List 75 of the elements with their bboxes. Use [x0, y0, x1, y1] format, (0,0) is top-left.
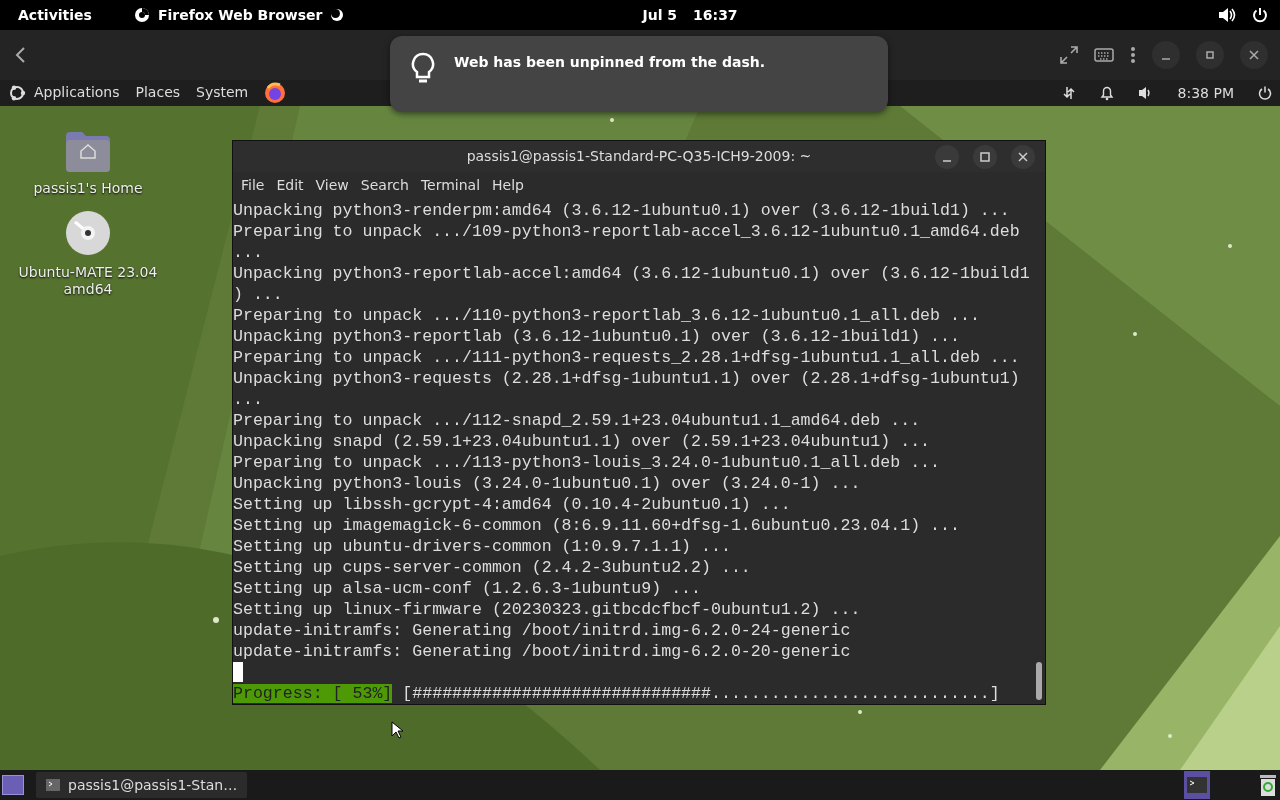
- menu-item[interactable]: View: [309, 174, 355, 196]
- power-icon[interactable]: [1258, 86, 1272, 100]
- maximize-icon: [979, 151, 991, 163]
- terminal-line: Preparing to unpack .../109-python3-reportlab-accel_3.6.12-1ubuntu0.1_amd64.deb: [233, 221, 1021, 242]
- terminal-line: Setting up ubuntu-drivers-common (1:0.9.7.1.1) ...: [233, 536, 732, 557]
- panel-menu[interactable]: Applications: [34, 82, 120, 104]
- progress-label: Progress: [ 53%]: [233, 684, 393, 703]
- taskbar-button[interactable]: passis1@passis1-Stan…: [36, 772, 248, 798]
- window-title: passis1@passis1-Standard-PC-Q35-ICH9-2009: ~: [466, 147, 812, 167]
- trash-icon[interactable]: [1258, 773, 1278, 797]
- maximize-button[interactable]: [1196, 41, 1224, 69]
- menu-item[interactable]: Terminal: [414, 174, 487, 196]
- terminal-line: Setting up linux-firmware (20230323.gitbcdcfbcf-0ubuntu1.2) ...: [233, 599, 862, 620]
- terminal-line: ) ...: [233, 284, 284, 305]
- menu-item[interactable]: File: [235, 174, 271, 196]
- minimize-icon: [941, 160, 953, 162]
- app-icon: [133, 7, 150, 23]
- panel-menu[interactable]: Places: [135, 82, 181, 104]
- terminal-line: Setting up alsa-ucm-conf (1.2.6.3-1ubuntu9) ...: [233, 578, 703, 599]
- terminal-line: Preparing to unpack .../113-python3-louis_3.24.0-1ubuntu0.1_all.deb ...: [233, 452, 941, 473]
- fullscreen-icon[interactable]: [1060, 46, 1078, 64]
- power-icon[interactable]: [1252, 7, 1268, 23]
- maximize-button[interactable]: [973, 145, 997, 169]
- notification-message: Web has been unpinned from the dash.: [454, 53, 766, 72]
- progress-bar-text: [##############################............................]: [402, 684, 1000, 703]
- terminal-line: Unpacking python3-requests (2.28.1+dfsg-1ubuntu1.1) over (2.28.1+dfsg-1ubuntu1): [233, 368, 1021, 389]
- activities-button[interactable]: Activities: [18, 4, 92, 26]
- optical-disc-icon[interactable]: [65, 210, 111, 256]
- maximize-icon: [1205, 50, 1215, 60]
- text-cursor: [233, 662, 243, 682]
- minimize-button[interactable]: [935, 145, 959, 169]
- menu-item[interactable]: Search: [354, 174, 415, 196]
- panel-clock[interactable]: 8:38 PM: [1177, 82, 1234, 104]
- terminal-line: Unpacking python3-louis (3.24.0-1ubuntu0.1) over (3.24.0-1) ...: [233, 473, 862, 494]
- desktop-icon-label[interactable]: Ubuntu-MATE 23.04 amd64: [18, 264, 158, 298]
- terminal-line: Setting up libssh-gcrypt-4:amd64 (0.10.4-2ubuntu0.1) ...: [233, 494, 792, 515]
- volume-icon[interactable]: [1218, 7, 1236, 23]
- terminal-line: Unpacking snapd (2.59.1+23.04ubuntu1.1) over (2.59.1+23.04ubuntu1) ...: [233, 431, 932, 452]
- workspace-switcher-icon[interactable]: [1184, 771, 1210, 799]
- ubuntu-logo-icon[interactable]: [8, 84, 26, 102]
- scrollbar-thumb[interactable]: [1036, 662, 1042, 700]
- menu-item[interactable]: Help: [486, 174, 530, 196]
- terminal-line: Unpacking python3-reportlab-accel:amd64 (3.6.12-1ubuntu0.1) over (3.6.12-1build1: [233, 263, 1030, 284]
- terminal-line: Preparing to unpack .../111-python3-requests_2.28.1+dfsg-1ubuntu1.1_all.deb ...: [233, 347, 1021, 368]
- home-folder-icon[interactable]: [64, 130, 112, 174]
- keyboard-icon[interactable]: [1094, 48, 1114, 62]
- close-icon: [1017, 151, 1029, 163]
- close-button[interactable]: [1011, 145, 1035, 169]
- terminal-line: update-initramfs: Generating /boot/initrd.img-6.2.0-20-generic: [233, 641, 852, 662]
- network-icon[interactable]: [1061, 85, 1076, 101]
- back-icon[interactable]: [14, 46, 26, 64]
- terminal-line: Unpacking python3-renderpm:amd64 (3.6.12-1ubuntu0.1) over (3.6.12-1build1) ...: [233, 200, 1011, 221]
- date-text: Jul 5: [642, 5, 678, 25]
- firefox-icon[interactable]: [264, 82, 287, 104]
- terminal-line: ...: [233, 389, 264, 410]
- terminal-line: Preparing to unpack .../110-python3-reportlab_3.6.12-1ubuntu0.1_all.deb ...: [233, 305, 981, 326]
- terminal-icon: [46, 779, 60, 791]
- terminal-line: Preparing to unpack .../112-snapd_2.59.1+23.04ubuntu1.1_amd64.deb ...: [233, 410, 922, 431]
- close-icon: [1249, 50, 1259, 60]
- more-options-icon[interactable]: [1130, 46, 1136, 64]
- clock-text[interactable]: 16:37: [693, 4, 738, 26]
- app-menu-button[interactable]: Firefox Web Browser: [157, 4, 323, 26]
- mouse-cursor-icon: [391, 721, 403, 739]
- menu-item[interactable]: Edit: [270, 174, 310, 196]
- desktop-icon-label[interactable]: passis1's Home: [33, 180, 143, 197]
- terminal-line: Setting up imagemagick-6-common (8:6.9.11.60+dfsg-1.6ubuntu0.23.04.1) ...: [233, 515, 961, 536]
- terminal-line: Setting up cups-server-common (2.4.2-3ubuntu2.2) ...: [233, 557, 752, 578]
- panel-menu[interactable]: System: [196, 82, 249, 104]
- notification-bell-icon[interactable]: [1099, 85, 1114, 101]
- minimize-icon: [1161, 58, 1171, 60]
- terminal-line: update-initramfs: Generating /boot/initrd.img-6.2.0-24-generic: [233, 620, 852, 641]
- lightbulb-icon: [410, 52, 436, 86]
- close-button[interactable]: [1240, 41, 1268, 69]
- terminal-line: ...: [233, 242, 264, 263]
- terminal-line: Unpacking python3-reportlab (3.6.12-1ubuntu0.1) over (3.6.12-1build1) ...: [233, 326, 961, 347]
